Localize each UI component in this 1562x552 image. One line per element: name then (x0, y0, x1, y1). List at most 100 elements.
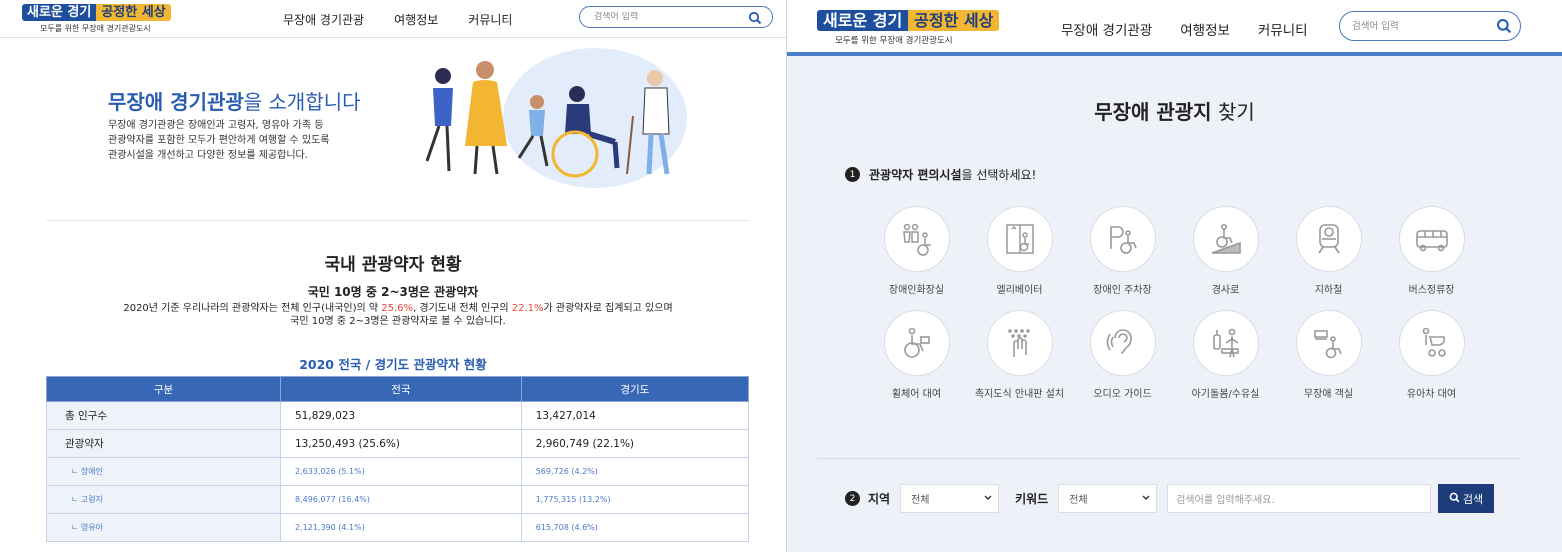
facility-label: 오디오 가이드 (1093, 389, 1152, 400)
table-row: ㄴ 장애인 2,633,026 (5.1%) 569,726 (4.2%) (46, 457, 750, 486)
site-logo[interactable]: 새로운 경기 공정한 세상 모두를 위한 무장애 경기관광도시 (817, 10, 1000, 46)
facility-grid: 장애인화장실 엘리베이터 장애인 주차장 경사로 지하철 버스정류장 휠체어 대… (865, 206, 1485, 400)
audio-guide-icon (1089, 310, 1156, 376)
facility-wheelchair-rental[interactable]: 휠체어 대여 (865, 310, 968, 400)
subway-icon (1295, 206, 1362, 272)
facility-label: 엘리베이터 (996, 285, 1043, 296)
tactile-map-icon (986, 310, 1053, 376)
logo-part2: 공정한 세상 (908, 10, 1000, 31)
stats-highlight-gyeonggi: 22.1% (511, 303, 544, 314)
facility-accessible-room[interactable]: 무장애 객실 (1277, 310, 1380, 400)
table-cell: 2,633,026 (5.1%) (280, 457, 522, 486)
table-cell: 13,427,014 (520, 401, 750, 430)
logo-tagline: 모두를 위한 무장애 경기관광도시 (40, 24, 151, 33)
intro-description: 무장애 경기관광은 장애인과 고령자, 영유아 가족 등 관광약자를 포함한 모… (108, 118, 388, 163)
search-input[interactable] (580, 12, 740, 22)
facility-label: 장애인화장실 (888, 285, 945, 296)
facility-label: 휠체어 대여 (891, 389, 942, 400)
main-nav: 무장애 경기관광 여행정보 커뮤니티 (1061, 19, 1308, 39)
facility-accessible-toilet[interactable]: 장애인화장실 (865, 206, 968, 296)
step-number: 2 (845, 491, 860, 506)
table-header: 전국 (280, 376, 522, 402)
facility-label: 장애인 주차장 (1093, 285, 1152, 296)
facility-label: 무장애 객실 (1303, 389, 1354, 400)
step1-rest: 을 선택하세요! (961, 168, 1037, 182)
table-cell: 관광약자 (46, 429, 281, 458)
facility-elevator[interactable]: 엘리베이터 (968, 206, 1071, 296)
wheelchair-rental-icon (883, 310, 950, 376)
facility-stroller-rental[interactable]: 유아차 대여 (1380, 310, 1483, 400)
chevron-down-icon (1142, 493, 1150, 504)
nav-item-travel-info[interactable]: 여행정보 (394, 11, 438, 28)
intro-desc-line: 무장애 경기관광은 장애인과 고령자, 영유아 가족 등 (108, 120, 324, 131)
facility-audio-guide[interactable]: 오디오 가이드 (1071, 310, 1174, 400)
step1-bold: 관광약자 편의시설 (869, 168, 962, 182)
facility-subway[interactable]: 지하철 (1277, 206, 1380, 296)
page-title: 무장애 관광지 찾기 (787, 96, 1562, 125)
page-title-rest: 찾기 (1211, 100, 1255, 124)
step-2: 2 지역 전체 키워드 전체 검색어를 입력해주세요. (845, 484, 1432, 513)
intro-desc-line: 관광시설을 개선하고 다양한 정보를 제공합니다. (108, 150, 308, 161)
table-cell: 8,496,077 (16.4%) (280, 485, 522, 514)
nursing-room-icon (1192, 310, 1259, 376)
facility-label: 아기돌봄/수유실 (1191, 389, 1260, 400)
nav-item-barrier-free[interactable]: 무장애 경기관광 (283, 11, 364, 28)
family-illustration (405, 46, 690, 195)
search-button[interactable]: 검색 (1438, 484, 1494, 513)
header-search (1339, 11, 1521, 41)
facility-nursing-room[interactable]: 아기돌봄/수유실 (1174, 310, 1277, 400)
nav-item-barrier-free[interactable]: 무장애 경기관광 (1061, 19, 1152, 39)
stats-subtitle: 국민 10명 중 2~3명은 관광약자 (307, 285, 479, 299)
facility-label: 촉지도식 안내판 설치 (974, 389, 1065, 400)
logo-part2: 공정한 세상 (96, 4, 171, 21)
facility-ramp[interactable]: 경사로 (1174, 206, 1277, 296)
stats-desc-text: , 경기도내 전체 인구의 (413, 303, 512, 314)
page-title-bold: 무장애 관광지 (1094, 100, 1212, 124)
table-row: 관광약자 13,250,493 (25.6%) 2,960,749 (22.1%… (46, 429, 750, 458)
search-input[interactable] (1340, 20, 1490, 32)
site-header: 새로운 경기 공정한 세상 모두를 위한 무장애 경기관광도시 무장애 경기관광… (787, 0, 1562, 56)
logo-part1: 새로운 경기 (817, 10, 909, 31)
nav-item-community[interactable]: 커뮤니티 (468, 11, 512, 28)
facility-label: 버스정류장 (1408, 285, 1455, 296)
keyword-search-placeholder: 검색어를 입력해주세요. (1176, 495, 1275, 506)
logo-part1: 새로운 경기 (22, 4, 97, 21)
table-row: 총 인구수 51,829,023 13,427,014 (46, 401, 750, 430)
stats-table: 구분 전국 경기도 총 인구수 51,829,023 13,427,014 관광… (46, 376, 750, 542)
facility-bus-stop[interactable]: 버스정류장 (1380, 206, 1483, 296)
nav-item-travel-info[interactable]: 여행정보 (1180, 19, 1230, 39)
step-number: 1 (845, 167, 860, 182)
elevator-icon (986, 206, 1053, 272)
table-cell: 51,829,023 (280, 401, 522, 430)
stroller-rental-icon (1398, 310, 1465, 376)
keyword-select-value: 전체 (1069, 495, 1088, 506)
nav-item-community[interactable]: 커뮤니티 (1258, 19, 1308, 39)
region-label: 지역 (868, 492, 891, 506)
region-select[interactable]: 전체 (900, 484, 1000, 513)
accessible-toilet-icon (883, 206, 950, 272)
accessible-room-icon (1295, 310, 1362, 376)
stats-title: 국내 관광약자 현황 (324, 255, 462, 275)
site-logo[interactable]: 새로운 경기 공정한 세상 모두를 위한 무장애 경기관광도시 (22, 4, 171, 34)
intro-desc-line: 관광약자를 포함한 모두가 편안하게 여행할 수 있도록 (108, 135, 330, 146)
table-cell: 569,726 (4.2%) (520, 457, 750, 486)
facility-label: 경사로 (1211, 285, 1240, 296)
table-cell: 2,960,749 (22.1%) (520, 429, 750, 458)
table-cell: ㄴ 장애인 (46, 457, 281, 486)
left-screen: 새로운 경기 공정한 세상 모두를 위한 무장애 경기관광도시 무장애 경기관광… (0, 0, 786, 552)
region-select-value: 전체 (911, 495, 930, 506)
table-cell: ㄴ 고령자 (46, 485, 281, 514)
keyword-search-input[interactable]: 검색어를 입력해주세요. (1167, 484, 1432, 513)
search-icon[interactable] (1496, 18, 1512, 38)
facility-tactile-map[interactable]: 촉지도식 안내판 설치 (968, 310, 1071, 400)
table-header: 구분 (46, 376, 281, 402)
stats-desc-text: 국민 10명 중 2~3명은 관광약자로 볼 수 있습니다. (290, 316, 506, 327)
table-cell: 615,708 (4.6%) (520, 513, 750, 542)
facility-accessible-parking[interactable]: 장애인 주차장 (1071, 206, 1174, 296)
main-nav: 무장애 경기관광 여행정보 커뮤니티 (283, 11, 512, 28)
table-cell: 2,121,390 (4.1%) (280, 513, 522, 542)
table-row: ㄴ 영유아 2,121,390 (4.1%) 615,708 (4.6%) (46, 513, 750, 542)
search-icon (1449, 492, 1460, 506)
keyword-select[interactable]: 전체 (1058, 484, 1158, 513)
search-icon[interactable] (748, 10, 762, 29)
